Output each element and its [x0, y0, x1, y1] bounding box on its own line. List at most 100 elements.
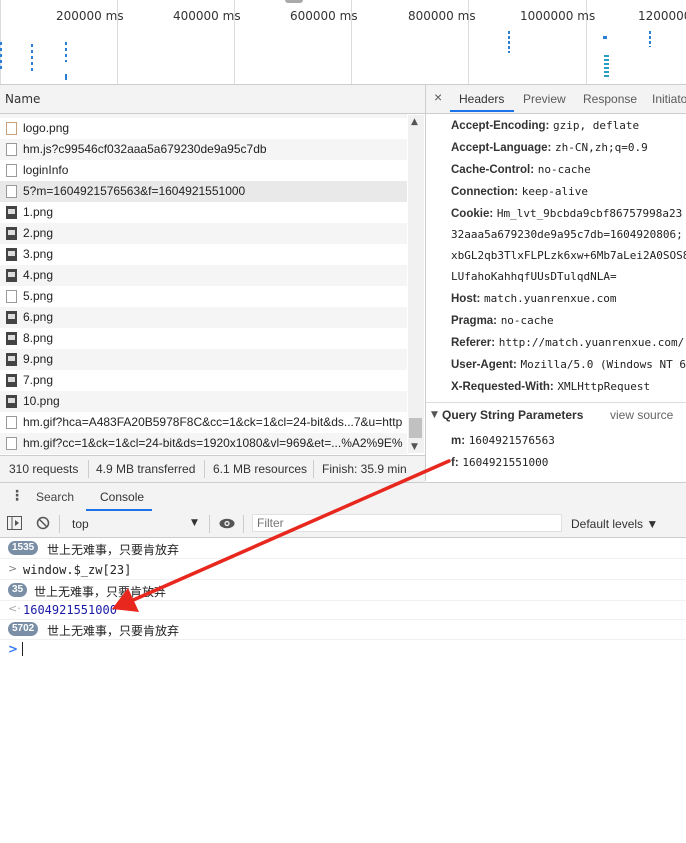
image-file-icon — [6, 311, 17, 324]
table-row[interactable]: 10.png — [0, 391, 407, 412]
tab-headers[interactable]: Headers — [459, 92, 504, 106]
header-row: User-Agent: Mozilla/5.0 (Windows NT 6 — [451, 358, 686, 371]
timeline-tick-label: 600000 ms — [290, 9, 358, 23]
console-message-text: 世上无难事，只要肯放弃 — [47, 624, 180, 638]
tab-search[interactable]: Search — [36, 490, 74, 504]
console-result-value: 1604921551000 — [23, 603, 117, 617]
timeline-tick-label: 800000 ms — [408, 9, 476, 23]
console-output: 1535 世上无难事，只要肯放弃 > window.$_zw[23] 35 世上… — [0, 538, 686, 843]
header-row: Cookie: Hm_lvt_9bcbda9cbf86757998a23 — [451, 207, 683, 220]
timeline-activity — [0, 42, 2, 72]
file-icon — [6, 437, 17, 450]
resources-size: 6.1 MB resources — [213, 462, 308, 476]
log-levels-dropdown[interactable]: Default levels ▼ — [571, 517, 658, 531]
header-row: Pragma: no-cache — [451, 314, 554, 327]
tab-initiator[interactable]: Initiator — [652, 92, 686, 106]
table-row[interactable]: logo.png — [0, 118, 407, 139]
timeline-overview[interactable]: 200000 ms 400000 ms 600000 ms 800000 ms … — [0, 0, 686, 85]
view-source-link[interactable]: view source — [610, 408, 673, 422]
table-row[interactable]: 5.png — [0, 286, 407, 307]
request-name: 6.png — [23, 310, 54, 324]
request-name: logo.png — [23, 121, 70, 135]
table-row[interactable]: 9.png — [0, 349, 407, 370]
cookie-value-continuation: LUfahoKahhqfUUsDTulqdNLA= — [451, 270, 617, 283]
table-row[interactable]: 8.png — [0, 328, 407, 349]
scroll-down-icon[interactable]: ▼ — [411, 442, 418, 452]
console-prompt[interactable]: > — [0, 639, 686, 661]
image-file-icon — [6, 248, 17, 261]
image-file-icon — [6, 227, 17, 240]
file-icon — [6, 416, 17, 429]
scrollbar-thumb[interactable] — [409, 418, 422, 438]
repeat-count-badge: 1535 — [8, 541, 39, 555]
console-message: 35 世上无难事，只要肯放弃 — [0, 580, 686, 601]
request-name: 3.png — [23, 247, 54, 261]
image-file-icon — [6, 206, 17, 219]
text-cursor — [22, 642, 23, 656]
timeline-tick-label: 1000000 ms — [520, 9, 596, 23]
request-name: 8.png — [23, 331, 54, 345]
request-name: 5?m=1604921576563&f=1604921551000 — [23, 184, 246, 198]
header-row: X-Requested-With: XMLHttpRequest — [451, 380, 651, 393]
table-row[interactable]: 4.png — [0, 265, 407, 286]
timeline-tick-label: 200000 ms — [56, 9, 124, 23]
query-param-row: f: 1604921551000 — [451, 456, 549, 469]
query-param-row: m: 1604921576563 — [451, 434, 555, 447]
timeline-handle[interactable] — [285, 0, 303, 3]
table-row[interactable]: 7.png — [0, 370, 407, 391]
request-name: 7.png — [23, 373, 54, 387]
table-row[interactable]: hm.gif?cc=1&ck=1&cl=24-bit&ds=1920x1080&… — [0, 433, 407, 454]
table-row-selected[interactable]: 5?m=1604921576563&f=1604921551000 — [0, 181, 407, 202]
divider — [59, 515, 60, 533]
header-row: Cache-Control: no-cache — [451, 163, 591, 176]
input-chevron-icon: > — [8, 562, 18, 575]
tab-console[interactable]: Console — [100, 490, 144, 504]
drawer-tabbar: ⋮ Search Console — [0, 482, 686, 512]
timeline-activity — [603, 36, 607, 39]
console-message: 5702 世上无难事，只要肯放弃 — [0, 619, 686, 640]
sidebar-toggle-icon[interactable] — [7, 516, 22, 530]
query-string-section-title[interactable]: Query String Parameters — [442, 408, 583, 422]
divider — [209, 515, 210, 533]
image-file-icon — [6, 290, 17, 303]
table-row[interactable]: 6.png — [0, 307, 407, 328]
context-selector[interactable]: top ▼ — [62, 514, 204, 534]
triangle-down-icon[interactable]: ▼ — [431, 410, 438, 420]
table-row[interactable]: 3.png — [0, 244, 407, 265]
table-row[interactable]: loginInfo — [0, 160, 407, 181]
filter-input[interactable] — [252, 514, 562, 532]
divider — [88, 460, 89, 478]
eye-icon[interactable] — [219, 518, 235, 529]
file-icon — [6, 185, 17, 198]
timeline-activity — [65, 74, 67, 80]
header-row: Accept-Encoding: gzip, deflate — [451, 119, 640, 132]
request-name: hm.js?c99546cf032aaa5a679230de9a95c7db — [23, 142, 267, 156]
console-result-line: <· 1604921551000 — [0, 599, 686, 620]
request-name: 5.png — [23, 289, 54, 303]
table-row[interactable]: 2.png — [0, 223, 407, 244]
close-icon[interactable]: × — [434, 89, 442, 105]
divider — [243, 515, 244, 533]
drawer-menu-icon[interactable]: ⋮ — [10, 488, 24, 504]
request-list-scrollbar[interactable] — [408, 115, 424, 453]
transferred-size: 4.9 MB transferred — [96, 462, 196, 476]
table-row[interactable]: hm.gif?hca=A483FA20B5978F8C&cc=1&ck=1&cl… — [0, 412, 407, 433]
name-column-header[interactable]: Name — [0, 85, 425, 114]
timeline-activity — [31, 44, 33, 74]
console-command: window.$_zw[23] — [23, 563, 132, 577]
header-row: Accept-Language: zh-CN,zh;q=0.9 — [451, 141, 648, 154]
scroll-up-icon[interactable]: ▲ — [411, 117, 418, 127]
table-row[interactable]: 1.png — [0, 202, 407, 223]
request-name: 2.png — [23, 226, 54, 240]
timeline-tick-label: 400000 ms — [173, 9, 241, 23]
name-column-label: Name — [5, 92, 41, 106]
tab-response[interactable]: Response — [583, 92, 637, 106]
network-request-list: Name logo.png hm.js?c99546cf032aaa5a6792… — [0, 85, 426, 482]
table-row[interactable]: hm.js?c99546cf032aaa5a679230de9a95c7db — [0, 139, 407, 160]
clear-console-icon[interactable] — [36, 516, 50, 530]
console-toolbar: top ▼ Default levels ▼ — [0, 511, 686, 538]
console-message: 1535 世上无难事，只要肯放弃 — [0, 538, 686, 559]
tab-preview[interactable]: Preview — [523, 92, 566, 106]
divider — [204, 460, 205, 478]
context-value: top — [72, 517, 89, 531]
